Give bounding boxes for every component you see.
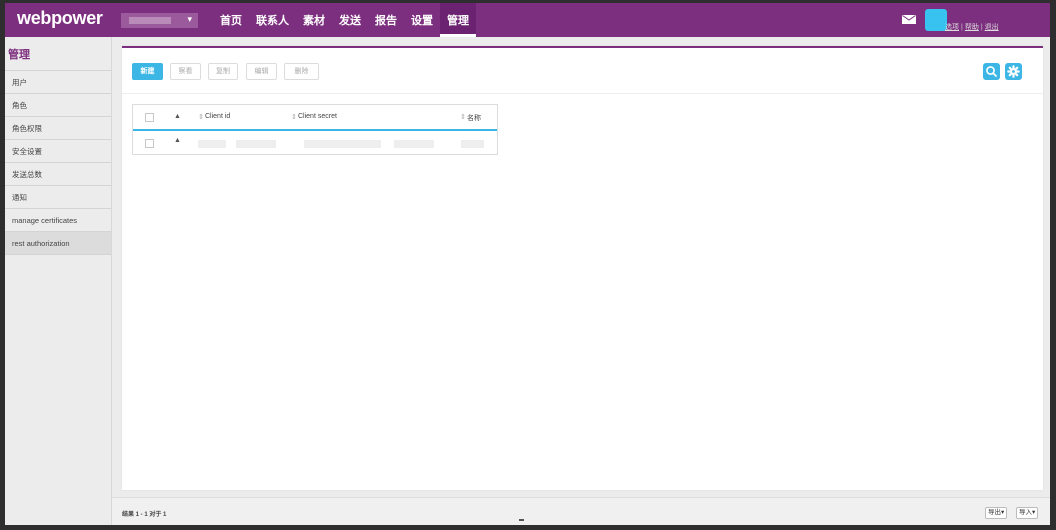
select-all-checkbox[interactable] (145, 113, 154, 122)
sidebar-item-rest-authorization[interactable]: rest authorization (5, 232, 111, 255)
export-label: 导出 (988, 509, 1001, 516)
sidebar: 管理 用户 角色 角色权限 安全设置 发送总数 通知 manage certif… (5, 37, 112, 525)
sort-icon: ⇕ (198, 114, 204, 121)
sort-icon: ⇕ (460, 114, 466, 121)
nav-send[interactable]: 发送 (332, 3, 368, 37)
column-header-client-id[interactable]: Client id (205, 113, 230, 120)
scroll-marker (519, 519, 524, 521)
new-button[interactable]: 新建 (132, 63, 163, 80)
toolbar-divider (122, 93, 1043, 94)
clients-table: ▲ ⇕ Client id ⇕ Client secret ⇕ 名称 ▲ (132, 104, 498, 155)
column-header-client-secret[interactable]: Client secret (298, 113, 337, 120)
chevron-down-icon: ▾ (1032, 509, 1036, 516)
sidebar-item-manage-certificates[interactable]: manage certificates (5, 209, 111, 232)
nav-content[interactable]: 素材 (296, 3, 332, 37)
bell-icon: ▲ (174, 137, 181, 144)
app-window: webpower ▾ 首页 联系人 素材 发送 报告 设置 管理 选项 | 帮助 | 退… (5, 3, 1050, 525)
sidebar-item-users[interactable]: 用户 (5, 71, 111, 94)
sort-icon: ⇕ (291, 114, 297, 121)
import-button[interactable]: 导入▾ (1016, 507, 1039, 519)
search-icon (986, 66, 997, 77)
help-link[interactable]: 帮助 (965, 24, 979, 31)
chevron-down-icon: ▾ (1001, 509, 1005, 516)
nav-contacts[interactable]: 联系人 (249, 3, 296, 37)
sidebar-item-role-permissions[interactable]: 角色权限 (5, 117, 111, 140)
client-id-redacted (236, 140, 276, 148)
main-panel: 新建 察看 复制 编辑 删除 ▲ ⇕ Client id ⇕ Client se… (122, 46, 1043, 490)
copy-button[interactable]: 复制 (208, 63, 238, 80)
name-redacted (461, 140, 484, 148)
nav-admin[interactable]: 管理 (440, 3, 476, 37)
gear-icon (1007, 65, 1020, 78)
table-header: ▲ ⇕ Client id ⇕ Client secret ⇕ 名称 (133, 105, 497, 131)
client-secret-redacted (304, 140, 381, 148)
client-id-redacted (198, 140, 226, 148)
sidebar-item-send-totals[interactable]: 发送总数 (5, 163, 111, 186)
main-nav: 首页 联系人 素材 发送 报告 设置 管理 (213, 3, 476, 37)
nav-settings[interactable]: 设置 (404, 3, 440, 37)
logout-link[interactable]: 退出 (985, 24, 999, 31)
sidebar-item-security[interactable]: 安全设置 (5, 140, 111, 163)
settings-button[interactable] (1005, 63, 1022, 80)
bell-icon: ▲ (174, 113, 181, 120)
view-button[interactable]: 察看 (170, 63, 201, 80)
chevron-down-icon: ▾ (187, 14, 192, 24)
avatar[interactable] (925, 9, 947, 31)
nav-reports[interactable]: 报告 (368, 3, 404, 37)
sidebar-item-roles[interactable]: 角色 (5, 94, 111, 117)
account-name-redacted (129, 17, 171, 24)
sidebar-item-notifications[interactable]: 通知 (5, 186, 111, 209)
edit-button[interactable]: 编辑 (246, 63, 277, 80)
status-footer: 结果 1 - 1 对于 1 导出▾ 导入▾ (112, 497, 1050, 525)
nav-home[interactable]: 首页 (213, 3, 249, 37)
mail-icon[interactable] (902, 15, 916, 24)
import-label: 导入 (1019, 509, 1032, 516)
table-row[interactable]: ▲ (133, 131, 497, 154)
row-checkbox[interactable] (145, 139, 154, 148)
logo[interactable]: webpower (17, 8, 103, 29)
search-button[interactable] (983, 63, 1000, 80)
header-links: 选项 | 帮助 | 退出 (945, 24, 999, 31)
top-bar: webpower ▾ 首页 联系人 素材 发送 报告 设置 管理 选项 | 帮助 | 退… (5, 3, 1050, 37)
account-selector[interactable]: ▾ (121, 13, 198, 28)
result-count: 结果 1 - 1 对于 1 (122, 512, 167, 518)
sidebar-title: 管理 (5, 37, 111, 71)
delete-button[interactable]: 删除 (284, 63, 319, 80)
column-header-name[interactable]: 名称 (467, 113, 481, 123)
client-secret-redacted (394, 140, 434, 148)
options-link[interactable]: 选项 (945, 24, 959, 31)
export-button[interactable]: 导出▾ (985, 507, 1008, 519)
